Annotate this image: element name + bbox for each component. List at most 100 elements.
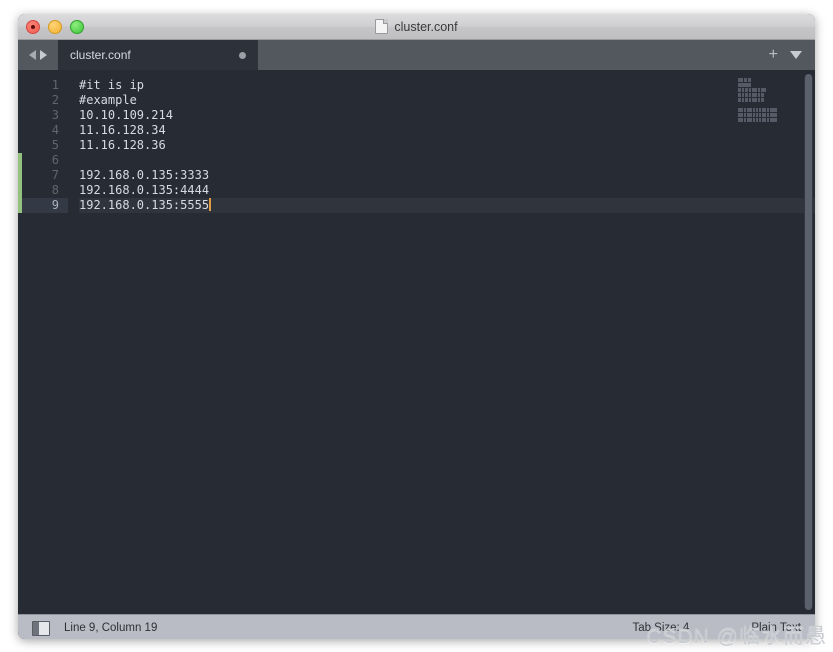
tab-nav-arrows — [18, 40, 58, 70]
minimap-block — [770, 113, 777, 117]
minimap-block — [749, 88, 752, 92]
minimap-line — [738, 113, 802, 117]
code-line-text: 192.168.0.135:5555 — [79, 198, 210, 212]
minimap-block — [755, 108, 758, 112]
minimap-block — [746, 108, 752, 112]
minimap-line — [738, 98, 802, 102]
code-content[interactable]: #it is ip #example 10.10.109.214 11.16.128.… — [68, 70, 815, 614]
minimap-block — [745, 93, 749, 97]
minimap-block — [758, 108, 761, 112]
tab-bar-controls: + — [769, 40, 815, 70]
line-number: 5 — [51, 138, 59, 152]
code-line[interactable]: 192.168.0.135:5555 — [79, 198, 815, 213]
next-tab-arrow-icon[interactable] — [40, 50, 47, 60]
minimap-block — [743, 113, 746, 117]
cursor-position-label: Line 9, Column 19 — [64, 622, 158, 634]
minimap-block — [738, 113, 743, 117]
line-number: 1 — [51, 78, 59, 92]
tab-bar: cluster.conf + — [18, 40, 815, 70]
code-line[interactable]: 192.168.0.135:4444 — [79, 183, 815, 198]
line-number: 2 — [51, 93, 59, 107]
minimap-block — [767, 108, 770, 112]
vertical-scrollbar-thumb[interactable] — [805, 74, 812, 610]
minimap-block — [758, 88, 761, 92]
code-line[interactable]: #it is ip — [79, 78, 815, 93]
line-number-gutter: 123456789 — [22, 70, 68, 614]
minimap-block — [755, 118, 758, 122]
editor-area[interactable]: 123456789 #it is ip #example 10.10.109.214… — [18, 70, 815, 614]
minimap-line — [738, 118, 802, 122]
line-number: 3 — [51, 108, 59, 122]
tab-label: cluster.conf — [70, 48, 131, 62]
minimap-block — [743, 118, 746, 122]
minimap-block — [752, 118, 755, 122]
status-bar: Line 9, Column 19 Tab Size: 4 Plain Text — [18, 614, 815, 639]
sublime-text-window: cluster.conf cluster.conf + 123456789 #i… — [18, 14, 815, 639]
minimap-block — [761, 93, 765, 97]
minimap-block — [747, 78, 752, 82]
code-line[interactable]: 11.16.128.34 — [79, 123, 815, 138]
minimap-block — [743, 78, 747, 82]
minimap-block — [758, 118, 761, 122]
code-line[interactable]: 192.168.0.135:3333 — [79, 168, 815, 183]
minimap-block — [738, 78, 743, 82]
code-line[interactable]: 11.16.128.36 — [79, 138, 815, 153]
minimap-block — [743, 108, 746, 112]
minimap-block — [755, 113, 758, 117]
minimap-block — [738, 93, 742, 97]
tab-unsaved-indicator-icon[interactable] — [239, 51, 246, 59]
syntax-label[interactable]: Plain Text — [751, 622, 801, 634]
tab-size-label[interactable]: Tab Size: 4 — [632, 622, 689, 634]
minimap-block — [752, 93, 758, 97]
minimap-block — [746, 113, 752, 117]
code-line-text: #it is ip — [79, 78, 145, 92]
minimap-block — [745, 88, 749, 92]
line-number: 4 — [51, 123, 59, 137]
minimap-block — [758, 93, 761, 97]
status-bar-right: Tab Size: 4 Plain Text — [632, 622, 801, 634]
code-line[interactable]: 10.10.109.214 — [79, 108, 815, 123]
title-bar: cluster.conf — [18, 14, 815, 40]
minimap[interactable] — [738, 78, 802, 598]
minimap-block — [752, 113, 755, 117]
minimap-block — [758, 113, 761, 117]
sidebar-toggle-icon[interactable] — [32, 620, 50, 636]
line-number: 7 — [51, 168, 59, 182]
new-tab-icon[interactable]: + — [769, 47, 778, 63]
text-cursor — [209, 198, 212, 211]
code-line[interactable] — [79, 153, 815, 168]
minimap-block — [752, 88, 758, 92]
minimap-block — [770, 118, 777, 122]
minimap-block — [742, 93, 745, 97]
vertical-scrollbar[interactable] — [804, 74, 813, 610]
minimap-block — [738, 98, 742, 102]
prev-tab-arrow-icon[interactable] — [29, 50, 36, 60]
window-title: cluster.conf — [394, 19, 458, 34]
code-line[interactable]: #example — [79, 93, 815, 108]
window-title-group: cluster.conf — [18, 19, 815, 34]
line-number: 9 — [22, 198, 68, 213]
minimap-block — [767, 118, 770, 122]
tab-cluster-conf[interactable]: cluster.conf — [58, 40, 258, 70]
minimap-block — [738, 118, 743, 122]
minimap-block — [752, 98, 758, 102]
chevron-down-icon[interactable] — [790, 51, 802, 59]
minimap-block — [752, 108, 755, 112]
minimap-line — [738, 108, 802, 112]
code-line-text: 192.168.0.135:4444 — [79, 183, 210, 197]
minimap-block — [738, 83, 751, 87]
minimap-block — [758, 98, 761, 102]
minimap-block — [738, 88, 742, 92]
minimap-block — [770, 108, 777, 112]
code-line-text: 10.10.109.214 — [79, 108, 173, 122]
minimap-block — [761, 98, 765, 102]
code-line-text: 11.16.128.34 — [79, 123, 166, 137]
minimap-block — [761, 88, 766, 92]
minimap-block — [746, 118, 752, 122]
minimap-line — [738, 103, 802, 107]
minimap-block — [749, 98, 752, 102]
document-icon — [375, 19, 389, 34]
minimap-block — [761, 113, 767, 117]
minimap-block — [761, 108, 767, 112]
minimap-line — [738, 93, 802, 97]
